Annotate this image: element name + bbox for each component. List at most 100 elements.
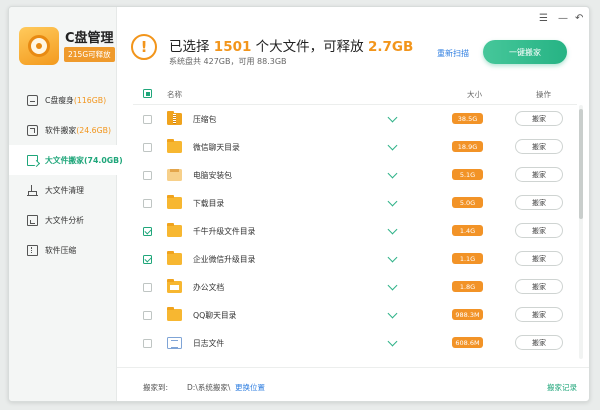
releasable-size: 2.7GB bbox=[367, 39, 414, 55]
row-name: 日志文件 bbox=[193, 339, 225, 348]
row-checkbox[interactable] bbox=[143, 311, 152, 320]
destination-label: 搬家到: bbox=[143, 383, 169, 392]
back-icon[interactable]: ↶ bbox=[575, 14, 583, 24]
chevron-down-icon[interactable] bbox=[387, 140, 398, 151]
table-row[interactable]: 微信聊天目录 18.9G 搬家 bbox=[133, 133, 577, 161]
row-checkbox[interactable] bbox=[143, 283, 152, 292]
rescan-link[interactable]: 重新扫描 bbox=[437, 48, 469, 59]
change-location-link[interactable]: 更换位置 bbox=[235, 382, 265, 393]
table-row[interactable]: 千牛升级文件目录 1.4G 搬家 bbox=[133, 217, 577, 245]
folder-icon bbox=[167, 223, 182, 237]
table-row[interactable]: 企业微信升级目录 1.1G 搬家 bbox=[133, 245, 577, 273]
table-body: 压缩包 38.5G 搬家 微信聊天目录 18.9G 搬家 电脑安装包 5.1G … bbox=[133, 105, 577, 357]
move-button[interactable]: 搬家 bbox=[515, 335, 563, 350]
sidebar-item-software-compress[interactable]: 软件压缩 bbox=[9, 235, 117, 265]
cleanup-icon bbox=[27, 184, 38, 196]
move-button[interactable]: 搬家 bbox=[515, 111, 563, 126]
move-button[interactable]: 搬家 bbox=[515, 279, 563, 294]
sidebar-item-sub: (116GB) bbox=[73, 95, 107, 105]
sidebar-item-large-file-analysis[interactable]: 大文件分析 bbox=[9, 205, 117, 235]
log-file-icon bbox=[167, 337, 182, 349]
summary-header: ! 已选择 1501 个大文件，可释放 2.7GB 系统盘共 427GB，可用 … bbox=[117, 7, 589, 77]
chevron-down-icon[interactable] bbox=[387, 252, 398, 263]
chevron-down-icon[interactable] bbox=[387, 308, 398, 319]
table-header: 名称 大小 操作 bbox=[133, 83, 577, 105]
size-badge: 988.3M bbox=[452, 309, 483, 320]
size-badge: 5.1G bbox=[452, 169, 483, 180]
chevron-down-icon[interactable] bbox=[387, 112, 398, 123]
folder-icon bbox=[167, 307, 182, 321]
menu-icon[interactable]: ☰ bbox=[539, 14, 548, 24]
disk-slim-icon bbox=[27, 94, 38, 106]
move-button[interactable]: 搬家 bbox=[515, 251, 563, 266]
chevron-down-icon[interactable] bbox=[387, 168, 398, 179]
selection-summary: 已选择 1501 个大文件，可释放 2.7GB bbox=[169, 35, 413, 55]
sidebar-item-label: 软件压缩 bbox=[45, 245, 77, 255]
sidebar-item-software-move[interactable]: 软件搬家 (24.6GB) bbox=[9, 115, 117, 145]
row-name: 千牛升级文件目录 bbox=[193, 227, 256, 236]
table-row[interactable]: 电脑安装包 5.1G 搬家 bbox=[133, 161, 577, 189]
one-click-move-button[interactable]: 一键搬家 bbox=[483, 40, 567, 64]
row-checkbox[interactable] bbox=[143, 171, 152, 180]
scroll-thumb[interactable] bbox=[579, 109, 583, 219]
table-row[interactable]: 下载目录 5.0G 搬家 bbox=[133, 189, 577, 217]
row-checkbox[interactable] bbox=[143, 143, 152, 152]
app-window: C盘管理 215G可释放 C盘瘦身 (116GB) 软件搬家 (24.6GB) 大文… bbox=[8, 6, 590, 402]
move-button[interactable]: 搬家 bbox=[515, 195, 563, 210]
size-badge: 38.5G bbox=[452, 113, 483, 124]
row-checkbox[interactable] bbox=[143, 115, 152, 124]
table-row[interactable]: 办公文档 1.8G 搬家 bbox=[133, 273, 577, 301]
zip-folder-icon bbox=[167, 111, 182, 125]
size-badge: 18.9G bbox=[452, 141, 483, 152]
move-history-link[interactable]: 搬家记录 bbox=[547, 382, 577, 393]
chevron-down-icon[interactable] bbox=[387, 196, 398, 207]
move-button[interactable]: 搬家 bbox=[515, 307, 563, 322]
row-checkbox[interactable] bbox=[143, 255, 152, 264]
sidebar-nav: C盘瘦身 (116GB) 软件搬家 (24.6GB) 大文件搬家 (74.0GB) 大… bbox=[9, 85, 123, 265]
software-move-icon bbox=[27, 124, 38, 136]
drive-logo-icon bbox=[19, 27, 59, 65]
summary-text: 个大文件，可释放 bbox=[251, 39, 368, 55]
sidebar-item-large-file-clean[interactable]: 大文件清理 bbox=[9, 175, 117, 205]
sidebar-item-c-slim[interactable]: C盘瘦身 (116GB) bbox=[9, 85, 117, 115]
size-badge: 1.8G bbox=[452, 281, 483, 292]
move-button[interactable]: 搬家 bbox=[515, 139, 563, 154]
size-badge: 1.4G bbox=[452, 225, 483, 236]
document-folder-icon bbox=[167, 279, 182, 293]
sidebar-item-label: C盘瘦身 bbox=[45, 95, 74, 105]
app-title: C盘管理 bbox=[65, 31, 114, 46]
row-checkbox[interactable] bbox=[143, 199, 152, 208]
table-row[interactable]: QQ聊天目录 988.3M 搬家 bbox=[133, 301, 577, 329]
size-badge: 608.6M bbox=[452, 337, 483, 348]
sidebar-item-label: 大文件清理 bbox=[45, 185, 84, 195]
sidebar-item-label: 软件搬家 bbox=[45, 125, 77, 135]
table-row[interactable]: 压缩包 38.5G 搬家 bbox=[133, 105, 577, 133]
sidebar-item-label: 大文件分析 bbox=[45, 215, 84, 225]
move-button[interactable]: 搬家 bbox=[515, 167, 563, 182]
row-name: 办公文档 bbox=[193, 283, 225, 292]
summary-text: 已选择 bbox=[169, 39, 214, 55]
chevron-down-icon[interactable] bbox=[387, 224, 398, 235]
app-logo bbox=[19, 27, 59, 65]
chevron-down-icon[interactable] bbox=[387, 336, 398, 347]
size-badge: 5.0G bbox=[452, 197, 483, 208]
analysis-icon bbox=[27, 214, 38, 226]
row-name: 下载目录 bbox=[193, 199, 225, 208]
row-name: 企业微信升级目录 bbox=[193, 255, 256, 264]
select-all-checkbox[interactable] bbox=[143, 89, 152, 98]
releasable-badge: 215G可释放 bbox=[64, 47, 115, 62]
column-size: 大小 bbox=[467, 90, 482, 99]
table-row[interactable]: 日志文件 608.6M 搬家 bbox=[133, 329, 577, 357]
move-button[interactable]: 搬家 bbox=[515, 223, 563, 238]
row-name: 微信聊天目录 bbox=[193, 143, 240, 152]
compress-icon bbox=[27, 244, 38, 256]
chevron-down-icon[interactable] bbox=[387, 280, 398, 291]
scrollbar[interactable] bbox=[579, 105, 583, 359]
row-checkbox[interactable] bbox=[143, 339, 152, 348]
sidebar-item-large-file-move[interactable]: 大文件搬家 (74.0GB) bbox=[9, 145, 123, 175]
row-checkbox[interactable] bbox=[143, 227, 152, 236]
destination-path: D:\系统搬家\ bbox=[187, 383, 231, 392]
folder-icon bbox=[167, 251, 182, 265]
minimize-icon[interactable]: — bbox=[558, 14, 568, 24]
folder-icon bbox=[167, 195, 182, 209]
